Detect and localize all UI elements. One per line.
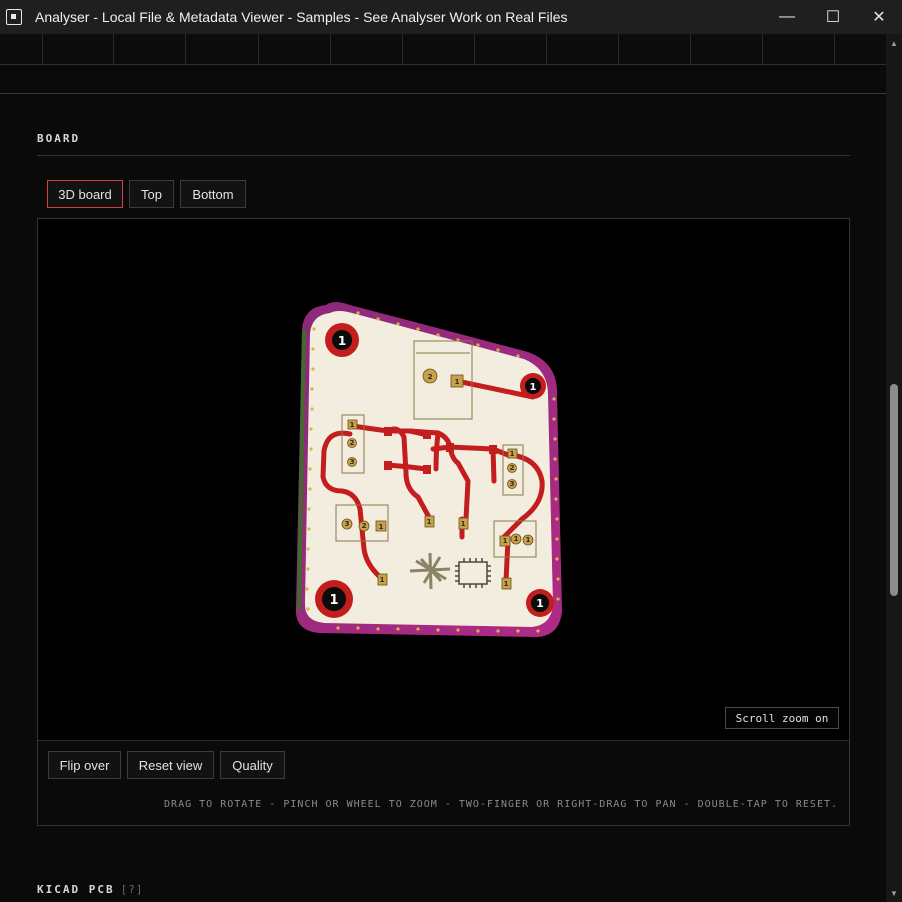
tab-bottom[interactable]: Bottom bbox=[180, 180, 246, 208]
page-scrollbar[interactable]: ▲ ▼ bbox=[886, 34, 902, 902]
strip-divider bbox=[185, 34, 186, 64]
tab-top[interactable]: Top bbox=[129, 180, 174, 208]
pad-label: 3 bbox=[350, 458, 355, 466]
pad-label: 2 bbox=[428, 373, 433, 381]
window-titlebar: Analyser - Local File & Metadata Viewer … bbox=[0, 0, 902, 34]
strip-divider bbox=[762, 34, 763, 64]
mounting-hole-label: 1 bbox=[536, 597, 544, 610]
pad-label: 2 bbox=[510, 464, 515, 472]
scroll-up-arrow-icon[interactable]: ▲ bbox=[886, 36, 902, 50]
app-icon bbox=[6, 9, 22, 25]
flip-over-button[interactable]: Flip over bbox=[48, 751, 121, 779]
pad-label: 1 bbox=[504, 580, 509, 588]
strip-divider bbox=[690, 34, 691, 64]
pad-label: 3 bbox=[510, 480, 515, 488]
pad-label: 1 bbox=[380, 576, 385, 584]
window-title: Analyser - Local File & Metadata Viewer … bbox=[35, 9, 568, 25]
close-button[interactable]: ✕ bbox=[856, 0, 902, 34]
help-link[interactable]: [?] bbox=[121, 883, 144, 896]
pad-label: 2 bbox=[362, 522, 367, 530]
scrollbar-thumb[interactable] bbox=[890, 384, 898, 596]
board-heading: BOARD bbox=[37, 132, 81, 145]
strip-divider bbox=[258, 34, 259, 64]
window-controls: — ☐ ✕ bbox=[764, 0, 902, 34]
scroll-down-arrow-icon[interactable]: ▼ bbox=[886, 886, 902, 900]
pad-label: 1 bbox=[455, 378, 460, 386]
3d-viewport[interactable]: 1 1 1 1 2 1 1 2 3 1 2 3 3 2 1 1 1 1 1 1 … bbox=[38, 219, 849, 740]
maximize-button[interactable]: ☐ bbox=[810, 0, 856, 34]
pad-label: 1 bbox=[503, 537, 508, 545]
header-divider bbox=[0, 93, 886, 94]
pad-label: 1 bbox=[514, 535, 519, 543]
top-strip bbox=[0, 34, 886, 65]
tab-3d-board[interactable]: 3D board bbox=[47, 180, 123, 208]
pad-label: 2 bbox=[350, 439, 355, 447]
pad-label: 3 bbox=[345, 520, 350, 528]
pad-label: 1 bbox=[526, 536, 531, 544]
pad-label: 1 bbox=[350, 421, 355, 429]
strip-divider bbox=[618, 34, 619, 64]
kicad-pcb-title: KICAD PCB bbox=[37, 883, 115, 896]
strip-divider bbox=[834, 34, 835, 64]
strip-divider bbox=[402, 34, 403, 64]
board-heading-rule bbox=[37, 155, 850, 156]
viewer-hint: DRAG TO ROTATE - PINCH OR WHEEL TO ZOOM … bbox=[164, 799, 838, 810]
mounting-hole-label: 1 bbox=[329, 593, 338, 608]
pad-label: 1 bbox=[379, 523, 384, 531]
pad-label: 1 bbox=[461, 520, 466, 528]
strip-divider bbox=[546, 34, 547, 64]
strip-divider bbox=[113, 34, 114, 64]
scroll-zoom-toggle[interactable]: Scroll zoom on bbox=[725, 707, 839, 729]
strip-divider bbox=[474, 34, 475, 64]
reset-view-button[interactable]: Reset view bbox=[127, 751, 214, 779]
mounting-hole-label: 1 bbox=[530, 382, 537, 393]
pad-label: 1 bbox=[427, 518, 432, 526]
strip-divider bbox=[330, 34, 331, 64]
strip-divider bbox=[42, 34, 43, 64]
mounting-hole-label: 1 bbox=[338, 334, 346, 348]
quality-button[interactable]: Quality bbox=[220, 751, 285, 779]
viewer-footer-divider bbox=[38, 740, 849, 741]
kicad-pcb-heading: KICAD PCB [?] bbox=[37, 883, 143, 896]
pad-label: 1 bbox=[510, 450, 515, 458]
pcb-render: 1 1 1 1 2 1 1 2 3 1 2 3 3 2 1 1 1 1 1 1 … bbox=[295, 302, 562, 637]
minimize-button[interactable]: — bbox=[764, 0, 810, 34]
